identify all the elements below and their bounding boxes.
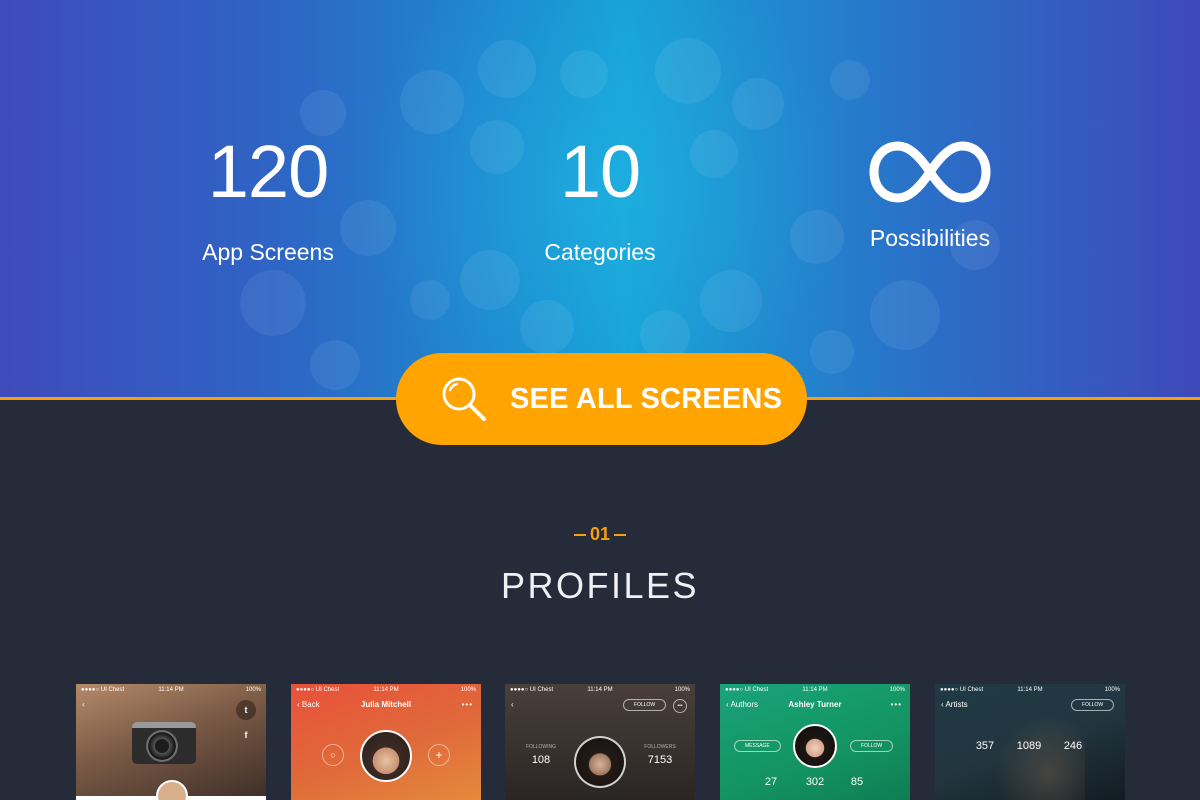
- nav-bar: ‹ Back Julia Mitchell •••: [291, 698, 481, 712]
- stat-followers: 1089: [1016, 740, 1042, 752]
- more-icon[interactable]: •••: [891, 698, 902, 712]
- stat-categories: 10 Categories: [470, 130, 730, 266]
- following-label: FOLLOWING: [525, 744, 556, 750]
- back-chevron-icon[interactable]: ‹: [82, 698, 85, 712]
- back-chevron-icon[interactable]: ‹: [511, 698, 514, 712]
- profile-screen-thumbnail[interactable]: ●●●●○ UI Chest 11:14 PM 100% ‹ Artists F…: [935, 684, 1125, 800]
- profile-screen-thumbnail[interactable]: ●●●●○ UI Chest 11:14 PM 100% ‹ Back Juli…: [291, 684, 481, 800]
- bokeh-circle: [830, 60, 870, 100]
- section-number-text: 01: [589, 524, 611, 544]
- following-count: 108: [531, 754, 551, 766]
- see-all-screens-button[interactable]: SEE ALL SCREENS: [396, 353, 807, 445]
- message-button[interactable]: MESSAGE: [734, 740, 781, 752]
- followers-label: FOLLOWERS: [644, 744, 676, 750]
- stat-posts: 27: [764, 776, 778, 788]
- stat-value: 10: [559, 130, 641, 213]
- bokeh-circle: [310, 340, 360, 390]
- stat-value: 120: [207, 130, 329, 213]
- time: 11:14 PM: [373, 687, 399, 693]
- status-bar: ●●●●○ UI Chest 11:14 PM 100%: [935, 684, 1125, 696]
- facebook-icon[interactable]: f: [240, 730, 252, 742]
- stat-app-screens: 120 App Screens: [138, 130, 398, 266]
- profile-name: Ashley Turner: [788, 700, 842, 709]
- status-bar: ●●●●○ UI Chest 11:14 PM 100%: [505, 684, 695, 696]
- status-bar: ●●●●○ UI Chest 11:14 PM 100%: [720, 684, 910, 696]
- status-bar: ●●●●○ UI Chest 11:14 PM 100%: [291, 684, 481, 696]
- bokeh-circle: [732, 78, 784, 130]
- back-label: Artists: [945, 700, 968, 709]
- bokeh-circle: [810, 330, 854, 374]
- hero-banner: 120 App Screens 10 Categories Possibilit…: [0, 0, 1200, 398]
- camera-lens: [146, 730, 178, 762]
- profile-name: Julia Mitchell: [360, 700, 412, 709]
- search-icon: [442, 377, 486, 421]
- bokeh-circle: [655, 38, 721, 104]
- nav-bar: ‹ Authors Ashley Turner •••: [720, 698, 910, 712]
- follow-button[interactable]: FOLLOW: [623, 699, 667, 711]
- comment-icon[interactable]: ○: [322, 744, 344, 766]
- battery: 100%: [889, 687, 905, 693]
- bokeh-circle: [520, 300, 574, 354]
- section-title: PROFILES: [500, 565, 700, 606]
- stat-followers: 302: [805, 776, 825, 788]
- followers-count: 7153: [647, 754, 673, 766]
- back-link[interactable]: ‹ Artists: [941, 698, 968, 712]
- time: 11:14 PM: [587, 687, 613, 693]
- profile-screen-thumbnail[interactable]: ●●●●○ UI Chest 11:14 PM 100% ‹ t f: [76, 684, 266, 800]
- battery: 100%: [674, 687, 690, 693]
- time: 11:14 PM: [802, 687, 828, 693]
- guitarist-image: [995, 714, 1085, 800]
- stat-label: App Screens: [202, 239, 334, 265]
- twitter-icon[interactable]: t: [236, 700, 256, 720]
- bokeh-circle: [700, 270, 762, 332]
- follow-button[interactable]: FOLLOW: [1071, 699, 1115, 711]
- bokeh-circle: [870, 280, 940, 350]
- infinity-icon: [869, 141, 991, 203]
- avatar: [360, 730, 412, 782]
- battery: 100%: [460, 687, 476, 693]
- stat-label: Possibilities: [869, 225, 991, 251]
- profile-screen-thumbnail[interactable]: ●●●●○ UI Chest 11:14 PM 100% ‹ Authors A…: [720, 684, 910, 800]
- profile-screen-thumbnail[interactable]: ●●●●○ UI Chest 11:14 PM 100% ‹ FOLLOW ••…: [505, 684, 695, 800]
- dash-left: [573, 534, 586, 537]
- avatar: [793, 724, 837, 768]
- time: 11:14 PM: [1017, 687, 1043, 693]
- time: 11:14 PM: [158, 687, 184, 693]
- nav-bar: ‹: [505, 698, 695, 712]
- bokeh-circle: [478, 40, 536, 98]
- bokeh-circle: [400, 70, 464, 134]
- bokeh-circle: [410, 280, 450, 320]
- stat-possibilities: Possibilities: [800, 130, 1060, 252]
- add-icon[interactable]: +: [428, 744, 450, 766]
- dash-right: [614, 534, 627, 537]
- follow-button[interactable]: FOLLOW: [850, 740, 894, 752]
- bokeh-circle: [240, 270, 306, 336]
- see-all-screens-label: SEE ALL SCREENS: [510, 383, 783, 415]
- stat-label: Categories: [544, 239, 656, 265]
- more-icon[interactable]: •••: [462, 698, 473, 712]
- avatar: [574, 736, 626, 788]
- battery: 100%: [245, 687, 261, 693]
- stat-tracks: 357: [975, 740, 995, 752]
- stat-following: 85: [850, 776, 864, 788]
- stat-following: 246: [1063, 740, 1083, 752]
- status-bar: ●●●●○ UI Chest 11:14 PM 100%: [76, 684, 266, 696]
- avatar: [156, 780, 188, 800]
- battery: 100%: [1104, 687, 1120, 693]
- bokeh-circle: [560, 50, 608, 98]
- more-button[interactable]: •••: [673, 699, 687, 713]
- section-number: 01: [500, 524, 700, 545]
